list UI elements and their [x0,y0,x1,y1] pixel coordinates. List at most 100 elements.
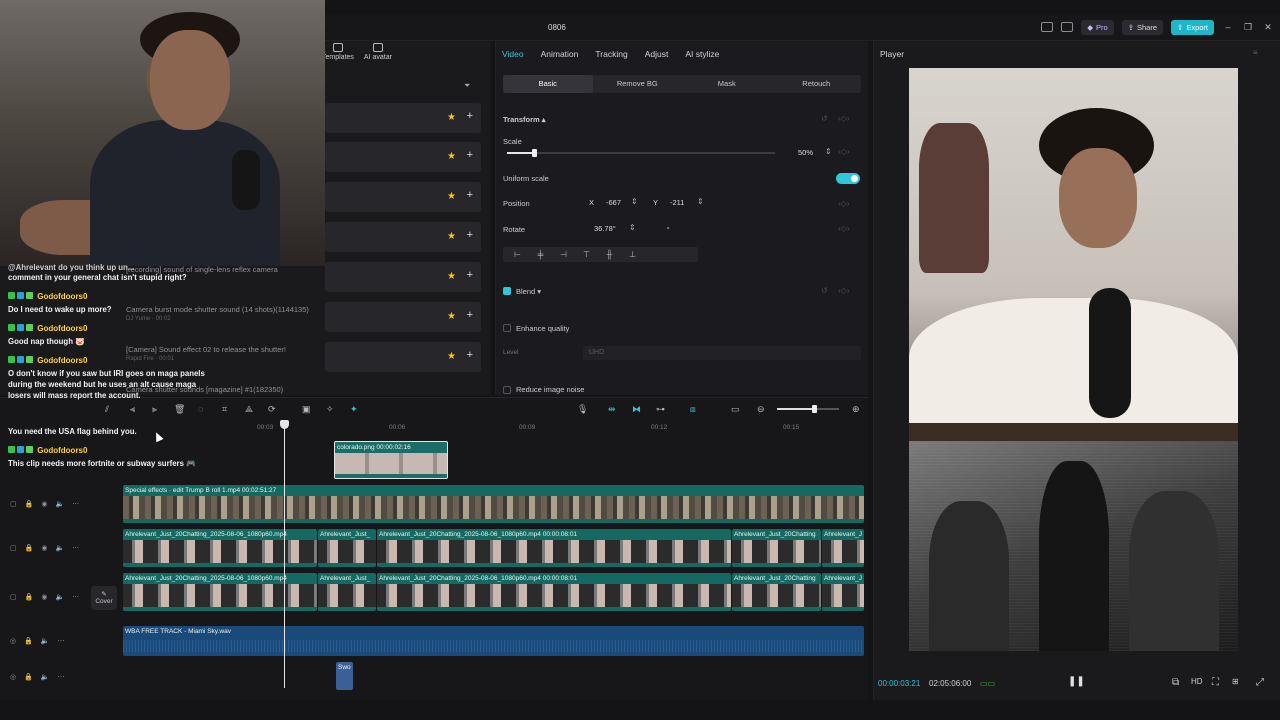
more-icon[interactable]: ⋯ [72,544,79,552]
menu-icon[interactable]: ≡ [1253,48,1258,57]
favorite-icon[interactable]: ★ [447,191,456,202]
sound-item[interactable]: ★ + [325,262,481,292]
video-clip[interactable]: Ahrelevant_Just_20Chatting_2025-08-06_10… [123,573,317,611]
share-button[interactable]: ⇪ Share [1121,19,1164,35]
sound-item[interactable]: ★ + [325,182,481,212]
blend-label[interactable]: Blend ▾ [516,287,541,296]
align-top-icon[interactable]: ⊤ [578,250,595,259]
visibility-icon[interactable]: ◉ [41,593,47,601]
tab-animation[interactable]: Animation [541,49,579,59]
track-select-icon[interactable]: ▢ [10,500,17,508]
visibility-icon[interactable]: ◉ [41,500,47,508]
video-clip[interactable]: Ahrelevant_Just_20Chatting_2025-08-06_10… [377,573,731,611]
zoom-slider-thumb[interactable] [812,405,818,413]
reverse-icon[interactable]: ▣ [302,404,311,415]
enhance-quality-checkbox[interactable] [503,324,511,332]
subtab-basic[interactable]: Basic [503,75,593,93]
align-center-h-icon[interactable]: ╪ [532,250,549,259]
snapshot-icon[interactable]: ⧉ [1172,677,1179,688]
add-icon[interactable]: + [467,349,473,361]
quality-icon[interactable]: ▭▭ [980,679,995,688]
more-icon[interactable]: ⋯ [72,500,79,508]
position-x-input[interactable]: -667 [606,196,621,210]
audio-icon[interactable]: 🔈 [41,637,50,645]
favorite-icon[interactable]: ★ [447,231,456,242]
magic-icon[interactable]: ✧ [326,404,334,415]
filter-icon[interactable]: ⏷ [464,81,470,91]
add-icon[interactable]: + [467,269,473,281]
video-clip[interactable]: Ahrelevant_Just_20Chatting [732,573,821,611]
add-icon[interactable]: + [467,149,473,161]
position-y-input[interactable]: -211 [670,196,684,210]
uniform-scale-toggle[interactable] [836,173,860,184]
stepper-icon[interactable]: ⇕ [631,197,638,206]
keyframe-icon[interactable]: ‹◇› [838,286,849,295]
rotate-dial-icon[interactable]: ◔ [665,224,670,233]
more-icon[interactable]: ⋯ [58,637,65,645]
tab-ai-stylize[interactable]: AI stylize [685,49,719,59]
lock-icon[interactable]: 🔒 [24,673,33,681]
keyframe-icon[interactable]: ‹◇› [838,147,849,156]
favorite-icon[interactable]: ★ [447,151,456,162]
hd-icon[interactable]: HD [1191,677,1203,686]
rotate-input[interactable]: 36.78° [594,222,616,236]
scale-value[interactable]: 50% [798,146,813,160]
favorite-icon[interactable]: ★ [447,271,456,282]
sound-item[interactable]: ★ + [325,302,481,332]
add-icon[interactable]: + [467,189,473,201]
add-icon[interactable]: + [467,229,473,241]
audio-icon[interactable]: 🔈 [55,544,64,552]
more-icon[interactable]: ⋯ [58,673,65,681]
preview-axis-icon[interactable]: ⧈ [690,404,696,415]
stepper-icon[interactable]: ⇕ [697,197,704,206]
sound-item[interactable]: ★ + [325,222,481,252]
reset-icon[interactable]: ↺ [821,114,828,123]
overlay-image-clip[interactable]: colorado.png 00:00:02:16 [334,441,448,479]
pro-button[interactable]: ◆ Pro [1081,19,1114,35]
keyframe-icon[interactable]: ‹◇› [838,114,849,123]
auto-snap-icon[interactable]: ⧓ [632,404,641,415]
video-clip[interactable]: Ahrelevant_Just_20Chatting_2025-08-06_10… [377,529,731,567]
blend-checkbox[interactable] [503,287,511,295]
tab-templates[interactable]: Templates [322,43,354,61]
video-clip[interactable]: Ahrelevant_Just_ [318,529,376,567]
sfx-audio-clip[interactable]: Swo [336,662,353,690]
audio-track-icon[interactable]: ◎ [10,637,16,645]
export-button[interactable]: ⇧ Export [1171,19,1214,35]
video-clip[interactable]: Ahrelevant_Just_ [318,573,376,611]
add-icon[interactable]: + [467,309,473,321]
ai-tool-icon[interactable]: ✦ [350,404,358,415]
reduce-noise-checkbox[interactable] [503,386,511,394]
record-mic-icon[interactable]: 🎙 [577,404,588,415]
minimize-button[interactable]: – [1222,22,1234,32]
keyframe-icon[interactable]: ‹◇› [838,224,849,233]
lock-icon[interactable]: 🔒 [25,593,34,601]
sound-item[interactable]: ★ + [325,342,481,372]
zoom-slider[interactable] [777,405,839,413]
lock-icon[interactable]: 🔒 [25,500,34,508]
align-center-v-icon[interactable]: ╫ [601,250,618,259]
scale-slider-thumb[interactable] [531,149,537,157]
favorite-icon[interactable]: ★ [447,351,456,362]
video-clip[interactable]: Ahrelevant_Just_20Chatting [732,529,821,567]
favorite-icon[interactable]: ★ [447,311,456,322]
align-right-icon[interactable]: ⊣ [555,250,572,259]
cover-button[interactable]: ✎ Cover [91,586,117,610]
link-icon[interactable]: ⊶ [656,404,665,415]
audio-icon[interactable]: 🔈 [41,673,50,681]
tab-adjust[interactable]: Adjust [645,49,669,59]
shortcuts-icon[interactable] [1061,22,1074,32]
video-clip[interactable]: Ahrelevant_J [822,529,864,567]
visibility-icon[interactable]: ◉ [41,544,47,552]
favorite-icon[interactable]: ★ [447,112,456,123]
main-track-magnet-icon[interactable]: ⇹ [608,404,616,415]
rotate-tool-icon[interactable]: ⟳ [268,404,276,415]
close-button[interactable]: ✕ [1262,22,1274,33]
video-clip[interactable]: Ahrelevant_J [822,573,864,611]
track-select-icon[interactable]: ▢ [10,544,17,552]
align-bottom-icon[interactable]: ⊥ [624,250,641,259]
tab-tracking[interactable]: Tracking [595,49,627,59]
subtab-mask[interactable]: Mask [682,75,772,93]
ratio-icon[interactable]: ⊞ [1232,677,1239,686]
caption-icon[interactable]: ▭ [731,404,740,415]
